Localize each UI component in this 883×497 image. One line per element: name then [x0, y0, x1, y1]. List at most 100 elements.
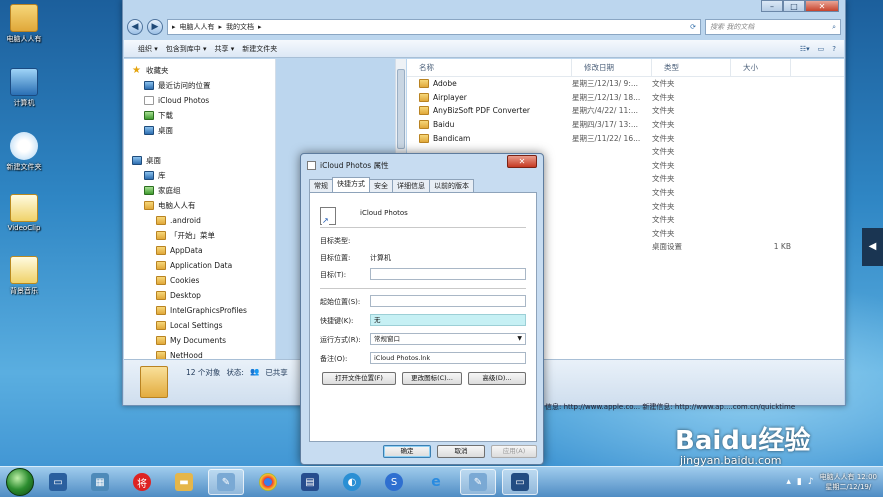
nav-item[interactable]: ★ 收藏夹 [124, 63, 275, 78]
taskbar-app-browser[interactable]: ◐ [334, 469, 370, 495]
clock[interactable]: 电脑人人有 12:00 星期二/12/19/ [820, 472, 877, 492]
taskbar-app-paint-2[interactable]: ✎ [460, 469, 496, 495]
include-in-library-button[interactable]: 包含到库中 ▾ [166, 44, 207, 54]
file-row[interactable]: Adobe 星期三/12/13/ 9:... 文件夹 [407, 77, 844, 91]
taskbar-app-chrome[interactable] [250, 469, 286, 495]
tab-general[interactable]: 常规 [309, 179, 333, 192]
nav-item[interactable]: IntelGraphicsProfiles [124, 303, 275, 318]
view-options-icon[interactable]: ☷▾ [800, 45, 810, 53]
tab-shortcut[interactable]: 快捷方式 [332, 177, 370, 192]
cancel-button[interactable]: 取消 [437, 445, 485, 458]
file-row[interactable]: Baidu 星期四/3/17/ 13:... 文件夹 [407, 118, 844, 132]
change-icon-button[interactable]: 更改图标(C)... [402, 372, 462, 385]
search-icon[interactable]: ⌕ [832, 23, 836, 32]
nav-item[interactable]: 最近访问的位置 [124, 78, 275, 93]
star-icon: ★ [132, 65, 141, 76]
taskbar-app-control-panel[interactable]: ▦ [82, 469, 118, 495]
target-label: 目标(T): [320, 271, 347, 279]
scroll-thumb[interactable] [397, 69, 405, 149]
maximize-button[interactable]: □ [783, 0, 805, 12]
column-header-date[interactable]: 修改日期 [572, 59, 652, 76]
nav-item[interactable]: 下载 [124, 108, 275, 123]
breadcrumb-item[interactable]: 电脑人人有 [180, 22, 215, 32]
ok-button[interactable]: 确定 [383, 445, 431, 458]
taskbar-app-paint[interactable]: ✎ [208, 469, 244, 495]
taskbar-app-chess[interactable]: 将 [124, 469, 160, 495]
tab-details[interactable]: 详细信息 [392, 179, 430, 192]
minimize-button[interactable]: – [761, 0, 783, 12]
run-select[interactable]: 常规窗口 ▼ [370, 333, 526, 345]
column-header-size[interactable]: 大小 [731, 59, 791, 76]
preview-pane-icon[interactable]: ▭ [818, 45, 825, 53]
forward-button[interactable]: ▶ [147, 19, 163, 35]
run-select-value: 常规窗口 [374, 335, 400, 343]
dialog-close-button[interactable]: ✕ [507, 155, 537, 168]
nav-item[interactable]: Local Settings [124, 318, 275, 333]
volume-icon[interactable]: ♪ [808, 477, 814, 487]
refresh-icon[interactable]: ⟳ [686, 23, 700, 31]
file-date: 星期六/4/22/ 11:... [572, 106, 639, 116]
nav-item[interactable]: Desktop [124, 288, 275, 303]
nav-item[interactable]: 桌面 [124, 153, 275, 168]
open-file-location-button[interactable]: 打开文件位置(F) [322, 372, 396, 385]
new-folder-button[interactable]: 新建文件夹 [242, 44, 277, 54]
side-expand-icon[interactable]: ◀ [862, 228, 883, 266]
target-field[interactable] [370, 268, 526, 280]
taskbar-app-ie[interactable]: e [418, 469, 454, 495]
shortcut-key-field[interactable]: 无 [370, 314, 526, 326]
breadcrumb-separator-icon: ▸ [258, 23, 262, 31]
column-header-type[interactable]: 类型 [652, 59, 731, 76]
organize-button[interactable]: 组织 ▾ [138, 44, 158, 54]
tray-icon[interactable]: ▴ [786, 477, 791, 487]
start-button[interactable] [6, 468, 34, 496]
address-bar[interactable]: ▸ 电脑人人有 ▸ 我的文档 ▸ ⟳ [167, 19, 701, 35]
nav-item[interactable]: 「开始」菜单 [124, 228, 275, 243]
tab-security[interactable]: 安全 [369, 179, 393, 192]
taskbar-app-folders[interactable]: ▬ [166, 469, 202, 495]
nav-item[interactable]: Cookies [124, 273, 275, 288]
taskbar-app-desktop[interactable]: ▭ [40, 469, 76, 495]
nav-item[interactable]: 电脑人人有 [124, 198, 275, 213]
taskbar-app-explorer[interactable]: ▭ [502, 469, 538, 495]
desktop-icon-music[interactable]: 背景音乐 [0, 256, 48, 296]
close-button[interactable]: ✕ [805, 0, 839, 12]
taskbar-app-editor[interactable]: ▤ [292, 469, 328, 495]
nav-item-label: Cookies [170, 276, 200, 285]
help-icon[interactable]: ? [832, 45, 836, 53]
nav-item[interactable]: AppData [124, 243, 275, 258]
nav-item[interactable]: NetHood [124, 348, 275, 359]
breadcrumb-item[interactable]: 我的文档 [226, 22, 254, 32]
library-icon [144, 171, 154, 180]
comment-field[interactable]: iCloud Photos.lnk [370, 352, 526, 364]
file-row[interactable]: AnyBizSoft PDF Converter 星期六/4/22/ 11:...… [407, 104, 844, 118]
video-file-icon [10, 194, 38, 222]
nav-item[interactable]: 家庭组 [124, 183, 275, 198]
file-row[interactable]: Airplayer 星期三/12/13/ 18... 文件夹 [407, 91, 844, 105]
start-in-field[interactable] [370, 295, 526, 307]
nav-item[interactable]: .android [124, 213, 275, 228]
desktop-icon-new-folder[interactable]: 新建文件夹 [0, 132, 48, 172]
taskbar-app-s[interactable]: S [376, 469, 412, 495]
nav-item[interactable]: Application Data [124, 258, 275, 273]
share-button[interactable]: 共享 ▾ [215, 44, 235, 54]
advanced-button[interactable]: 高级(D)... [468, 372, 526, 385]
nav-item-label: Application Data [170, 261, 233, 270]
nav-item-label: iCloud Photos [158, 96, 210, 105]
column-header-name[interactable]: 名称 [407, 59, 572, 76]
network-icon[interactable]: ▮ [797, 477, 802, 487]
desktop-icon-videoclip[interactable]: VideoClip [0, 194, 48, 232]
target-location-label: 目标位置: [320, 254, 351, 262]
nav-item[interactable]: 桌面 [124, 123, 275, 138]
nav-item[interactable]: iCloud Photos [124, 93, 275, 108]
file-row[interactable]: Bandicam 星期三/11/22/ 16... 文件夹 [407, 131, 844, 145]
desktop-icon-computer[interactable]: 计算机 [0, 68, 48, 108]
desktop-icon-user-folder[interactable]: 电脑人人有 [0, 4, 48, 44]
back-button[interactable]: ◀ [127, 19, 143, 35]
search-input[interactable]: 搜索 我的文档 ⌕ [705, 19, 841, 35]
system-tray: ▴ ▮ ♪ 电脑人人有 12:00 星期二/12/19/ [786, 472, 883, 492]
apply-button[interactable]: 应用(A) [491, 445, 537, 458]
tab-previous-versions[interactable]: 以前的版本 [429, 179, 474, 192]
nav-item[interactable]: 库 [124, 168, 275, 183]
nav-item[interactable]: My Documents [124, 333, 275, 348]
nav-item-label: Desktop [170, 291, 201, 300]
